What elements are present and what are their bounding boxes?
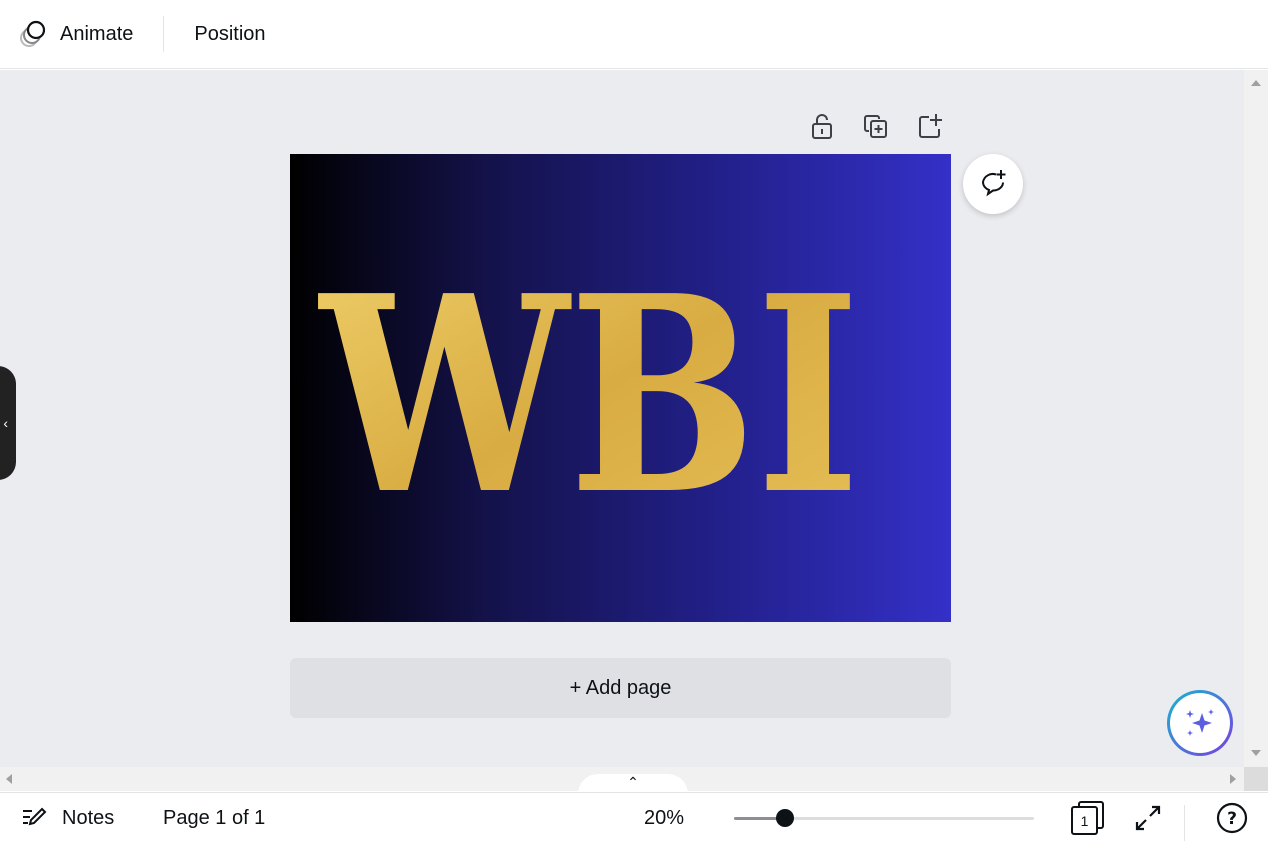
bottom-bar: Notes Page 1 of 1 20% 1 ? bbox=[0, 792, 1268, 842]
zoom-slider-handle[interactable] bbox=[776, 809, 794, 827]
scroll-down-icon[interactable] bbox=[1251, 750, 1261, 756]
duplicate-page-icon bbox=[864, 115, 887, 138]
animate-icon bbox=[20, 20, 46, 47]
design-text-wbi[interactable]: WBI bbox=[290, 154, 951, 622]
position-button[interactable]: Position bbox=[178, 14, 281, 54]
zoom-level[interactable]: 20% bbox=[644, 793, 684, 843]
top-toolbar: Animate Position bbox=[0, 0, 1268, 69]
zoom-slider[interactable] bbox=[734, 793, 1034, 843]
animate-label: Animate bbox=[60, 22, 134, 45]
expand-icon bbox=[1135, 805, 1161, 831]
comment-add-icon bbox=[981, 170, 1006, 197]
page-grid-button[interactable]: 1 bbox=[1070, 793, 1104, 843]
scroll-right-icon[interactable] bbox=[1230, 774, 1236, 784]
divider bbox=[163, 16, 165, 52]
lock-icon bbox=[812, 114, 832, 139]
fullscreen-button[interactable] bbox=[1134, 793, 1162, 843]
help-icon: ? bbox=[1216, 802, 1248, 834]
add-comment-button[interactable] bbox=[963, 154, 1023, 214]
notes-label: Notes bbox=[62, 806, 115, 829]
add-page-icon-button[interactable] bbox=[915, 111, 945, 141]
notes-button[interactable]: Notes bbox=[20, 793, 114, 843]
pages-icon: 1 bbox=[1070, 801, 1104, 835]
animate-button[interactable]: Animate bbox=[2, 14, 149, 54]
lock-button[interactable] bbox=[807, 111, 837, 141]
page-indicator: Page 1 of 1 bbox=[163, 806, 266, 829]
chevron-left-icon: ‹ bbox=[3, 415, 8, 431]
divider bbox=[1184, 805, 1185, 841]
vertical-scrollbar[interactable] bbox=[1244, 70, 1268, 767]
design-page[interactable]: WBI bbox=[290, 154, 951, 622]
add-page-icon bbox=[919, 114, 942, 138]
duplicate-page-button[interactable] bbox=[861, 111, 891, 141]
scrollbar-corner bbox=[1244, 767, 1268, 791]
collapse-side-panel-button[interactable]: ‹ bbox=[0, 366, 16, 480]
add-page-label: + Add page bbox=[569, 676, 672, 699]
magic-assistant-button[interactable] bbox=[1167, 690, 1233, 756]
scroll-left-icon[interactable] bbox=[6, 774, 12, 784]
sparkle-icon bbox=[1186, 709, 1214, 736]
add-page-button[interactable]: + Add page bbox=[290, 658, 951, 718]
help-button[interactable]: ? bbox=[1216, 793, 1248, 843]
svg-text:?: ? bbox=[1227, 809, 1237, 829]
chevron-up-icon: ⌃ bbox=[627, 774, 639, 790]
position-label: Position bbox=[194, 22, 266, 45]
scroll-up-icon[interactable] bbox=[1251, 80, 1261, 86]
design-text: WBI bbox=[317, 236, 860, 554]
expand-page-panel-button[interactable]: ⌃ bbox=[578, 774, 688, 794]
notes-icon bbox=[23, 807, 47, 826]
